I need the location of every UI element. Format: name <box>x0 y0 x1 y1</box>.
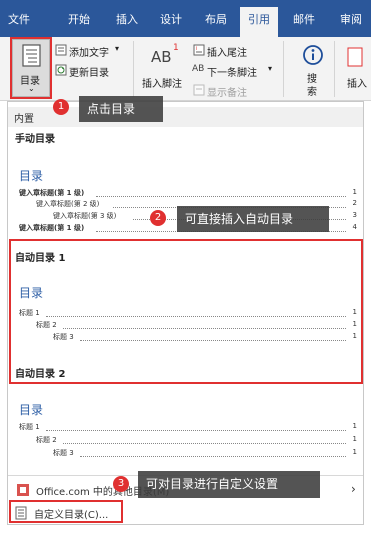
auto-toc-2-page: 1 <box>352 435 357 443</box>
callout-2-number: 2 <box>150 210 166 226</box>
next-footnote-icon: AB <box>192 64 205 74</box>
insert-footnote-button[interactable]: 插入脚注 <box>142 75 182 90</box>
insert-citation-icon <box>347 47 363 67</box>
manual-toc-entry: 键入章标题(第 2 级) <box>36 200 100 208</box>
auto-toc-2-entry: 标题 3 <box>53 449 74 457</box>
svg-text:i: i <box>196 46 197 52</box>
auto-toc-highlight <box>9 239 363 384</box>
tab-references[interactable]: 引用 <box>240 7 278 37</box>
auto-toc-2-entry: 标题 1 <box>19 423 40 431</box>
tab-layout[interactable]: 布局 <box>205 11 227 27</box>
ribbon-separator <box>334 41 335 97</box>
manual-toc-entry: 键入章标题(第 3 级) <box>53 212 117 220</box>
manual-toc-page: 1 <box>352 188 357 196</box>
add-text-button[interactable]: 添加文字 <box>69 44 109 59</box>
manual-toc-page: 4 <box>352 223 357 231</box>
callout-3-label: 可对目录进行自定义设置 <box>138 471 320 498</box>
tab-design[interactable]: 设计 <box>160 11 182 27</box>
manual-toc-title: 手动目录 <box>15 134 55 145</box>
add-text-dropdown-icon[interactable]: ▾ <box>115 44 119 53</box>
leader-dots <box>46 430 346 431</box>
show-notes-icon <box>193 84 205 96</box>
leader-dots <box>63 443 346 444</box>
footnote-sup-icon: 1 <box>173 43 179 53</box>
tab-review[interactable]: 审阅 <box>340 11 362 27</box>
manual-toc-page: 3 <box>352 211 357 219</box>
auto-toc-2-page: 1 <box>352 422 357 430</box>
update-toc-icon <box>55 64 67 76</box>
custom-toc-highlight <box>9 500 123 523</box>
callout-1-number: 1 <box>53 99 69 115</box>
manual-toc-entry: 键入章标题(第 1 级) <box>19 189 85 197</box>
tab-mailings[interactable]: 邮件 <box>293 11 315 27</box>
toc-button-highlight <box>10 37 52 99</box>
ribbon-separator <box>133 41 134 97</box>
ribbon-tab-bar: 文件 开始 插入 设计 布局 引用 邮件 审阅 <box>0 0 371 37</box>
manual-toc-heading: 目录 <box>19 169 44 183</box>
manual-toc-page: 2 <box>352 199 357 207</box>
next-footnote-button[interactable]: 下一条脚注 <box>207 64 257 79</box>
insert-endnote-icon: i <box>193 44 205 56</box>
callout-2-label: 可直接插入自动目录 <box>177 206 329 232</box>
search-button[interactable]: 搜 索 <box>307 73 317 99</box>
callout-3-number: 3 <box>113 476 129 492</box>
references-ribbon: 目录 ⌄ 添加文字 ▾ 更新目录 AB 1 插入脚注 i 插入尾注 AB 下一条… <box>0 37 371 101</box>
update-toc-button[interactable]: 更新目录 <box>69 64 109 79</box>
add-text-icon <box>55 44 67 56</box>
auto-toc-2-page: 1 <box>352 448 357 456</box>
manual-toc-entry: 键入章标题(第 1 级) <box>19 224 85 232</box>
footnote-ab-icon: AB <box>151 48 172 66</box>
leader-dots <box>80 456 346 457</box>
submenu-arrow-icon: › <box>351 482 356 496</box>
insert-citation-button[interactable]: 插入 <box>347 75 367 90</box>
office-logo-icon <box>17 484 29 496</box>
tab-home[interactable]: 开始 <box>68 11 90 27</box>
next-footnote-dropdown-icon[interactable]: ▾ <box>268 64 272 73</box>
leader-dots <box>96 196 346 197</box>
auto-toc-2-entry: 标题 2 <box>36 436 57 444</box>
insert-endnote-button[interactable]: 插入尾注 <box>207 44 247 59</box>
ribbon-separator <box>283 41 284 97</box>
smart-lookup-icon <box>303 45 323 65</box>
tab-insert[interactable]: 插入 <box>116 11 138 27</box>
show-notes-button[interactable]: 显示备注 <box>207 84 247 99</box>
auto-toc-2-heading: 目录 <box>19 403 44 417</box>
callout-1-label: 点击目录 <box>79 96 163 122</box>
tab-file[interactable]: 文件 <box>8 11 30 27</box>
